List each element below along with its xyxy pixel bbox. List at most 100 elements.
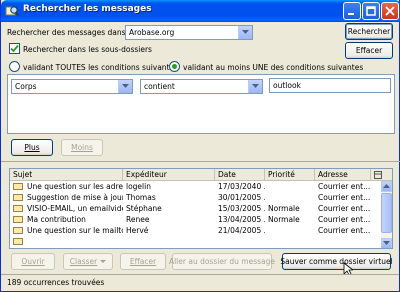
fewer-button[interactable]: Moins <box>61 139 103 156</box>
cell-date: 30/01/2005 ... <box>218 193 265 202</box>
subfolders-checkbox[interactable] <box>9 43 20 54</box>
results-table: Sujet Expéditeur Date Priorité Adresse U… <box>9 168 393 249</box>
table-scrollbar[interactable] <box>381 181 392 248</box>
search-in-label: Rechercher des messages dans : <box>7 28 131 37</box>
table-row[interactable]: Suggestion de mise à jour Thomas 30/01/2… <box>10 192 382 203</box>
save-virtual-folder-button[interactable]: Sauver comme dossier virtuel <box>280 253 393 270</box>
match-all-label: validant TOUTES les conditions suivantes <box>23 63 179 72</box>
title-bar[interactable]: Rechercher les messages <box>1 0 400 22</box>
save-virtual-folder-label: Sauver comme dossier virtuel <box>280 257 393 266</box>
minimize-icon <box>348 13 354 15</box>
goto-folder-button[interactable]: Aller au dossier du message <box>168 253 276 270</box>
cell-address: Courrier ent... <box>318 215 371 224</box>
open-button[interactable]: Ouvrir <box>11 253 55 270</box>
message-icon <box>13 216 23 223</box>
cell-priority <box>265 181 315 192</box>
cell-subject: Suggestion de mise à jour <box>27 193 123 202</box>
cell-address: Courrier ent... <box>318 204 371 213</box>
search-in-dropdown[interactable]: Arobase.org <box>125 25 253 40</box>
more-button-label: Plus <box>24 143 40 152</box>
subfolders-label: Rechercher dans les sous-dossiers <box>23 45 152 54</box>
table-row[interactable]: VISIO-EMAIL, un emailvidé... Stéphane 15… <box>10 203 382 214</box>
column-subject[interactable]: Sujet <box>10 169 123 181</box>
match-all-radio[interactable] <box>9 61 20 72</box>
table-row[interactable]: Ma contribution Renee 13/04/2005 ... Nor… <box>10 214 382 225</box>
cell-sender: Renee <box>126 215 150 224</box>
criteria-operator-dropdown[interactable]: contient <box>140 79 263 94</box>
cell-address: Courrier ent... <box>318 226 371 235</box>
column-address[interactable]: Adresse <box>315 169 371 181</box>
cell-date: 15/03/2005 ... <box>218 204 265 213</box>
cell-priority: Normale <box>268 215 300 224</box>
table-header: Sujet Expéditeur Date Priorité Adresse <box>10 169 392 181</box>
chevron-down-icon <box>100 259 107 263</box>
cell-sender: Thomas <box>126 193 156 202</box>
window-title: Rechercher les messages <box>23 4 152 14</box>
table-row[interactable]: Une question sur le mailto Hervé 21/04/2… <box>10 225 382 236</box>
criteria-value-field[interactable] <box>270 79 390 92</box>
cell-priority <box>265 225 315 236</box>
scroll-up-icon[interactable] <box>381 181 392 192</box>
more-button[interactable]: Plus <box>11 139 53 156</box>
search-icon <box>5 6 19 16</box>
column-priority[interactable]: Priorité <box>265 169 315 181</box>
match-any-label: validant au moins UNE des conditions sui… <box>183 63 364 72</box>
match-any-radio[interactable] <box>169 61 180 72</box>
open-button-label: Ouvrir <box>21 257 45 266</box>
cell-sender: Stéphane <box>126 204 162 213</box>
goto-folder-button-label: Aller au dossier du message <box>168 257 276 266</box>
cell-subject: Une question sur le mailto <box>27 226 123 235</box>
chevron-down-icon <box>118 80 132 93</box>
cell-address: Courrier ent... <box>318 182 371 191</box>
status-bar: 189 occurrences trouvées <box>1 274 399 291</box>
minimize-button[interactable] <box>343 2 361 20</box>
file-button-label: Classer <box>69 257 98 266</box>
cell-priority: Normale <box>268 204 300 213</box>
criteria-value-input[interactable] <box>269 78 391 93</box>
column-date[interactable]: Date <box>215 169 265 181</box>
delete-button[interactable]: Effacer <box>120 253 166 270</box>
message-icon <box>13 194 23 201</box>
search-in-value: Arobase.org <box>129 28 175 37</box>
column-sender[interactable]: Expéditeur <box>123 169 215 181</box>
cell-address: Courrier ent... <box>318 193 371 202</box>
clear-button[interactable]: Effacer <box>345 42 393 59</box>
cell-date: 21/04/2005 ... <box>218 226 265 235</box>
search-messages-window: Rechercher les messages Rechercher des m… <box>0 0 400 292</box>
criteria-operator-value: contient <box>144 82 175 91</box>
chevron-down-icon <box>248 80 262 93</box>
pane-splitter[interactable] <box>1 161 400 166</box>
cell-subject: Une question sur les adres... <box>27 182 123 191</box>
message-icon <box>13 183 23 190</box>
file-button[interactable]: Classer <box>63 253 113 270</box>
checkmark-icon <box>10 44 19 53</box>
scroll-down-icon[interactable] <box>381 238 392 248</box>
radio-selected-dot <box>172 64 177 69</box>
table-row[interactable] <box>10 236 382 247</box>
criteria-field-value: Corps <box>15 82 37 91</box>
close-button[interactable] <box>381 2 399 20</box>
criteria-field-dropdown[interactable]: Corps <box>11 79 133 94</box>
cell-priority <box>265 192 315 203</box>
clear-button-label: Effacer <box>355 46 383 55</box>
cell-sender: Hervé <box>126 226 149 235</box>
delete-button-label: Effacer <box>129 257 157 266</box>
message-icon <box>13 238 23 245</box>
close-icon <box>385 6 395 16</box>
chevron-down-icon <box>238 26 252 39</box>
cell-date: 13/04/2005 ... <box>218 215 265 224</box>
column-picker-icon[interactable] <box>371 169 392 181</box>
scroll-thumb[interactable] <box>381 193 392 233</box>
message-icon <box>13 205 23 212</box>
table-row[interactable]: Une question sur les adres... logelin 17… <box>10 181 382 192</box>
maximize-icon <box>366 6 376 16</box>
fewer-button-label: Moins <box>71 143 93 152</box>
search-button-label: Rechercher <box>347 27 391 36</box>
cell-subject: VISIO-EMAIL, un emailvidé... <box>27 204 123 213</box>
search-button[interactable]: Rechercher <box>345 23 393 40</box>
message-icon <box>13 227 23 234</box>
cell-subject: Ma contribution <box>27 215 86 224</box>
status-text: 189 occurrences trouvées <box>7 278 105 287</box>
cell-sender: logelin <box>126 182 151 191</box>
maximize-button[interactable] <box>362 2 380 20</box>
